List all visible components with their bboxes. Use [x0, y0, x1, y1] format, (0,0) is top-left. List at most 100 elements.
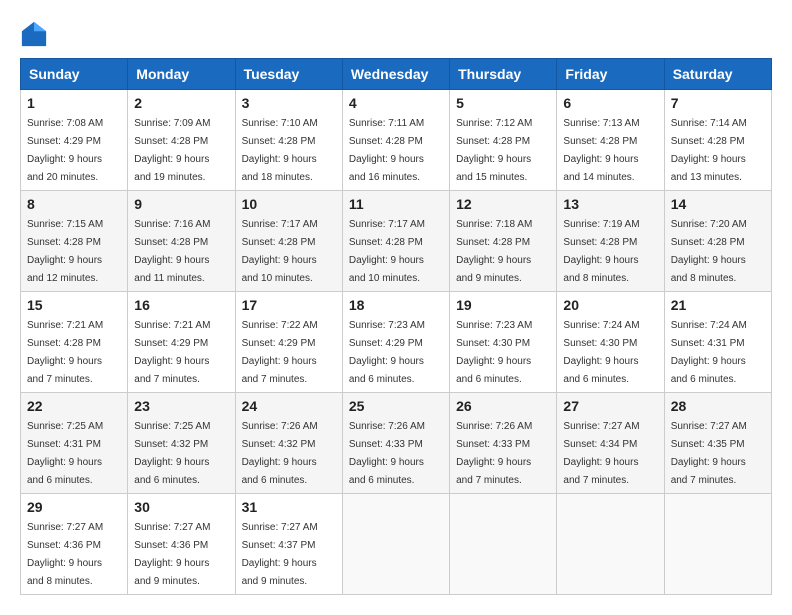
calendar-cell: 28 Sunrise: 7:27 AMSunset: 4:35 PMDaylig…: [664, 393, 771, 494]
day-number: 8: [27, 196, 121, 212]
calendar-cell: 26 Sunrise: 7:26 AMSunset: 4:33 PMDaylig…: [450, 393, 557, 494]
day-info: Sunrise: 7:27 AMSunset: 4:35 PMDaylight:…: [671, 421, 747, 486]
day-info: Sunrise: 7:23 AMSunset: 4:30 PMDaylight:…: [456, 320, 532, 385]
day-number: 22: [27, 398, 121, 414]
day-number: 20: [563, 297, 657, 313]
day-info: Sunrise: 7:26 AMSunset: 4:33 PMDaylight:…: [456, 421, 532, 486]
day-info: Sunrise: 7:22 AMSunset: 4:29 PMDaylight:…: [242, 320, 318, 385]
day-number: 25: [349, 398, 443, 414]
day-number: 13: [563, 196, 657, 212]
calendar-cell: [664, 494, 771, 595]
day-number: 4: [349, 95, 443, 111]
day-info: Sunrise: 7:25 AMSunset: 4:32 PMDaylight:…: [134, 421, 210, 486]
calendar-cell: 30 Sunrise: 7:27 AMSunset: 4:36 PMDaylig…: [128, 494, 235, 595]
calendar-cell: 22 Sunrise: 7:25 AMSunset: 4:31 PMDaylig…: [21, 393, 128, 494]
calendar-cell: 31 Sunrise: 7:27 AMSunset: 4:37 PMDaylig…: [235, 494, 342, 595]
day-number: 3: [242, 95, 336, 111]
calendar-cell: 13 Sunrise: 7:19 AMSunset: 4:28 PMDaylig…: [557, 191, 664, 292]
calendar-cell: 10 Sunrise: 7:17 AMSunset: 4:28 PMDaylig…: [235, 191, 342, 292]
day-info: Sunrise: 7:17 AMSunset: 4:28 PMDaylight:…: [349, 219, 425, 284]
header-tuesday: Tuesday: [235, 59, 342, 90]
logo: [20, 20, 52, 48]
day-info: Sunrise: 7:24 AMSunset: 4:31 PMDaylight:…: [671, 320, 747, 385]
header-monday: Monday: [128, 59, 235, 90]
day-info: Sunrise: 7:27 AMSunset: 4:34 PMDaylight:…: [563, 421, 639, 486]
day-info: Sunrise: 7:21 AMSunset: 4:29 PMDaylight:…: [134, 320, 210, 385]
calendar-cell: 1 Sunrise: 7:08 AMSunset: 4:29 PMDayligh…: [21, 90, 128, 191]
day-number: 18: [349, 297, 443, 313]
day-number: 30: [134, 499, 228, 515]
day-number: 15: [27, 297, 121, 313]
day-number: 10: [242, 196, 336, 212]
calendar-cell: [342, 494, 449, 595]
day-info: Sunrise: 7:15 AMSunset: 4:28 PMDaylight:…: [27, 219, 103, 284]
header-row: SundayMondayTuesdayWednesdayThursdayFrid…: [21, 59, 772, 90]
calendar-week-2: 8 Sunrise: 7:15 AMSunset: 4:28 PMDayligh…: [21, 191, 772, 292]
calendar-week-1: 1 Sunrise: 7:08 AMSunset: 4:29 PMDayligh…: [21, 90, 772, 191]
day-number: 31: [242, 499, 336, 515]
calendar-cell: 3 Sunrise: 7:10 AMSunset: 4:28 PMDayligh…: [235, 90, 342, 191]
day-info: Sunrise: 7:27 AMSunset: 4:36 PMDaylight:…: [27, 522, 103, 587]
header-friday: Friday: [557, 59, 664, 90]
day-info: Sunrise: 7:14 AMSunset: 4:28 PMDaylight:…: [671, 118, 747, 183]
header-sunday: Sunday: [21, 59, 128, 90]
day-info: Sunrise: 7:25 AMSunset: 4:31 PMDaylight:…: [27, 421, 103, 486]
calendar-cell: 8 Sunrise: 7:15 AMSunset: 4:28 PMDayligh…: [21, 191, 128, 292]
calendar-cell: 16 Sunrise: 7:21 AMSunset: 4:29 PMDaylig…: [128, 292, 235, 393]
calendar-table: SundayMondayTuesdayWednesdayThursdayFrid…: [20, 58, 772, 595]
day-info: Sunrise: 7:12 AMSunset: 4:28 PMDaylight:…: [456, 118, 532, 183]
day-number: 7: [671, 95, 765, 111]
calendar-cell: 24 Sunrise: 7:26 AMSunset: 4:32 PMDaylig…: [235, 393, 342, 494]
day-number: 21: [671, 297, 765, 313]
calendar-cell: 7 Sunrise: 7:14 AMSunset: 4:28 PMDayligh…: [664, 90, 771, 191]
day-number: 12: [456, 196, 550, 212]
day-number: 17: [242, 297, 336, 313]
calendar-cell: [557, 494, 664, 595]
calendar-cell: 4 Sunrise: 7:11 AMSunset: 4:28 PMDayligh…: [342, 90, 449, 191]
day-info: Sunrise: 7:09 AMSunset: 4:28 PMDaylight:…: [134, 118, 210, 183]
day-number: 16: [134, 297, 228, 313]
calendar-cell: 18 Sunrise: 7:23 AMSunset: 4:29 PMDaylig…: [342, 292, 449, 393]
calendar-cell: 14 Sunrise: 7:20 AMSunset: 4:28 PMDaylig…: [664, 191, 771, 292]
day-number: 2: [134, 95, 228, 111]
day-info: Sunrise: 7:08 AMSunset: 4:29 PMDaylight:…: [27, 118, 103, 183]
day-info: Sunrise: 7:26 AMSunset: 4:32 PMDaylight:…: [242, 421, 318, 486]
day-info: Sunrise: 7:19 AMSunset: 4:28 PMDaylight:…: [563, 219, 639, 284]
calendar-cell: 5 Sunrise: 7:12 AMSunset: 4:28 PMDayligh…: [450, 90, 557, 191]
day-number: 24: [242, 398, 336, 414]
calendar-cell: 12 Sunrise: 7:18 AMSunset: 4:28 PMDaylig…: [450, 191, 557, 292]
header-saturday: Saturday: [664, 59, 771, 90]
day-number: 6: [563, 95, 657, 111]
calendar-cell: 21 Sunrise: 7:24 AMSunset: 4:31 PMDaylig…: [664, 292, 771, 393]
calendar-cell: 19 Sunrise: 7:23 AMSunset: 4:30 PMDaylig…: [450, 292, 557, 393]
day-info: Sunrise: 7:24 AMSunset: 4:30 PMDaylight:…: [563, 320, 639, 385]
day-info: Sunrise: 7:20 AMSunset: 4:28 PMDaylight:…: [671, 219, 747, 284]
calendar-week-3: 15 Sunrise: 7:21 AMSunset: 4:28 PMDaylig…: [21, 292, 772, 393]
calendar-cell: 2 Sunrise: 7:09 AMSunset: 4:28 PMDayligh…: [128, 90, 235, 191]
calendar-cell: 29 Sunrise: 7:27 AMSunset: 4:36 PMDaylig…: [21, 494, 128, 595]
day-info: Sunrise: 7:27 AMSunset: 4:36 PMDaylight:…: [134, 522, 210, 587]
calendar-cell: 15 Sunrise: 7:21 AMSunset: 4:28 PMDaylig…: [21, 292, 128, 393]
header-thursday: Thursday: [450, 59, 557, 90]
calendar-cell: 6 Sunrise: 7:13 AMSunset: 4:28 PMDayligh…: [557, 90, 664, 191]
calendar-cell: 9 Sunrise: 7:16 AMSunset: 4:28 PMDayligh…: [128, 191, 235, 292]
day-info: Sunrise: 7:21 AMSunset: 4:28 PMDaylight:…: [27, 320, 103, 385]
day-number: 26: [456, 398, 550, 414]
logo-icon: [20, 20, 48, 48]
calendar-cell: 27 Sunrise: 7:27 AMSunset: 4:34 PMDaylig…: [557, 393, 664, 494]
day-number: 29: [27, 499, 121, 515]
calendar-cell: 25 Sunrise: 7:26 AMSunset: 4:33 PMDaylig…: [342, 393, 449, 494]
calendar-cell: 20 Sunrise: 7:24 AMSunset: 4:30 PMDaylig…: [557, 292, 664, 393]
day-number: 27: [563, 398, 657, 414]
page-header: [20, 20, 772, 48]
day-info: Sunrise: 7:18 AMSunset: 4:28 PMDaylight:…: [456, 219, 532, 284]
day-number: 23: [134, 398, 228, 414]
day-number: 11: [349, 196, 443, 212]
day-info: Sunrise: 7:11 AMSunset: 4:28 PMDaylight:…: [349, 118, 424, 183]
calendar-cell: 11 Sunrise: 7:17 AMSunset: 4:28 PMDaylig…: [342, 191, 449, 292]
day-number: 19: [456, 297, 550, 313]
day-number: 1: [27, 95, 121, 111]
day-info: Sunrise: 7:23 AMSunset: 4:29 PMDaylight:…: [349, 320, 425, 385]
day-number: 14: [671, 196, 765, 212]
calendar-cell: 17 Sunrise: 7:22 AMSunset: 4:29 PMDaylig…: [235, 292, 342, 393]
